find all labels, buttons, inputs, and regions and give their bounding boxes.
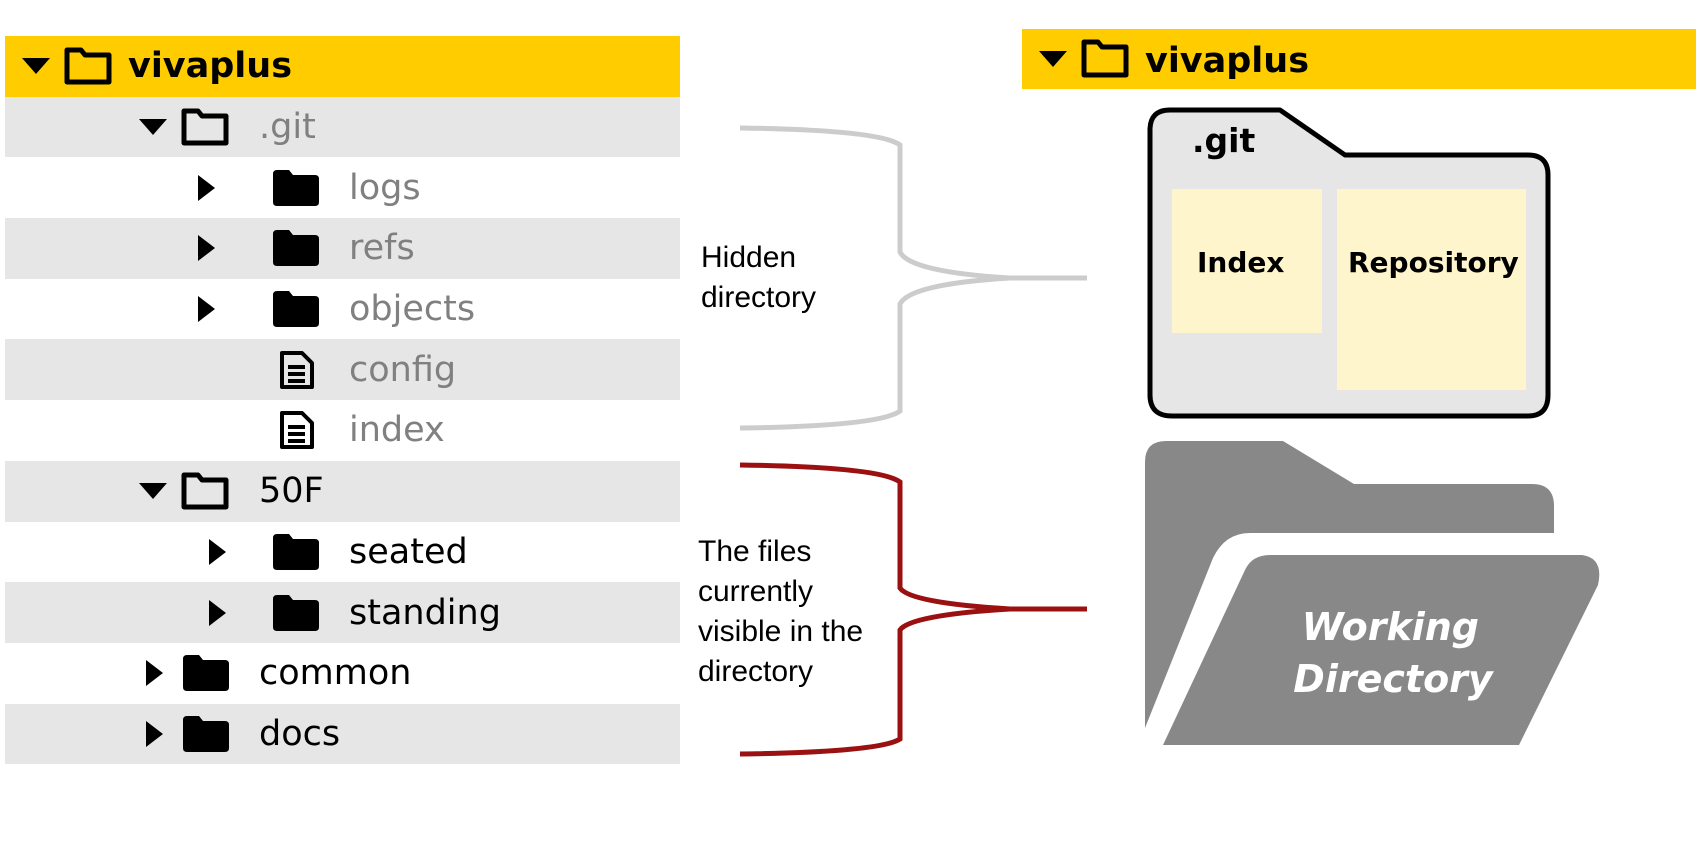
right-root-label: vivaplus (1145, 41, 1309, 81)
working-directory-line: Directory (1293, 657, 1495, 701)
repository-box (1337, 189, 1526, 390)
git-folder-label: .git (1192, 121, 1255, 160)
working-directory-folder-front (1163, 555, 1600, 745)
hidden-brace (739, 125, 1087, 431)
index-label: Index (1197, 246, 1284, 279)
git-structure-diagram: vivaplus .git Index Repository Working D… (739, 29, 1696, 757)
working-directory-line: Working (1302, 605, 1479, 649)
repository-label: Repository (1348, 246, 1519, 279)
right-root-header[interactable] (1022, 29, 1696, 89)
visible-brace (739, 462, 1087, 757)
